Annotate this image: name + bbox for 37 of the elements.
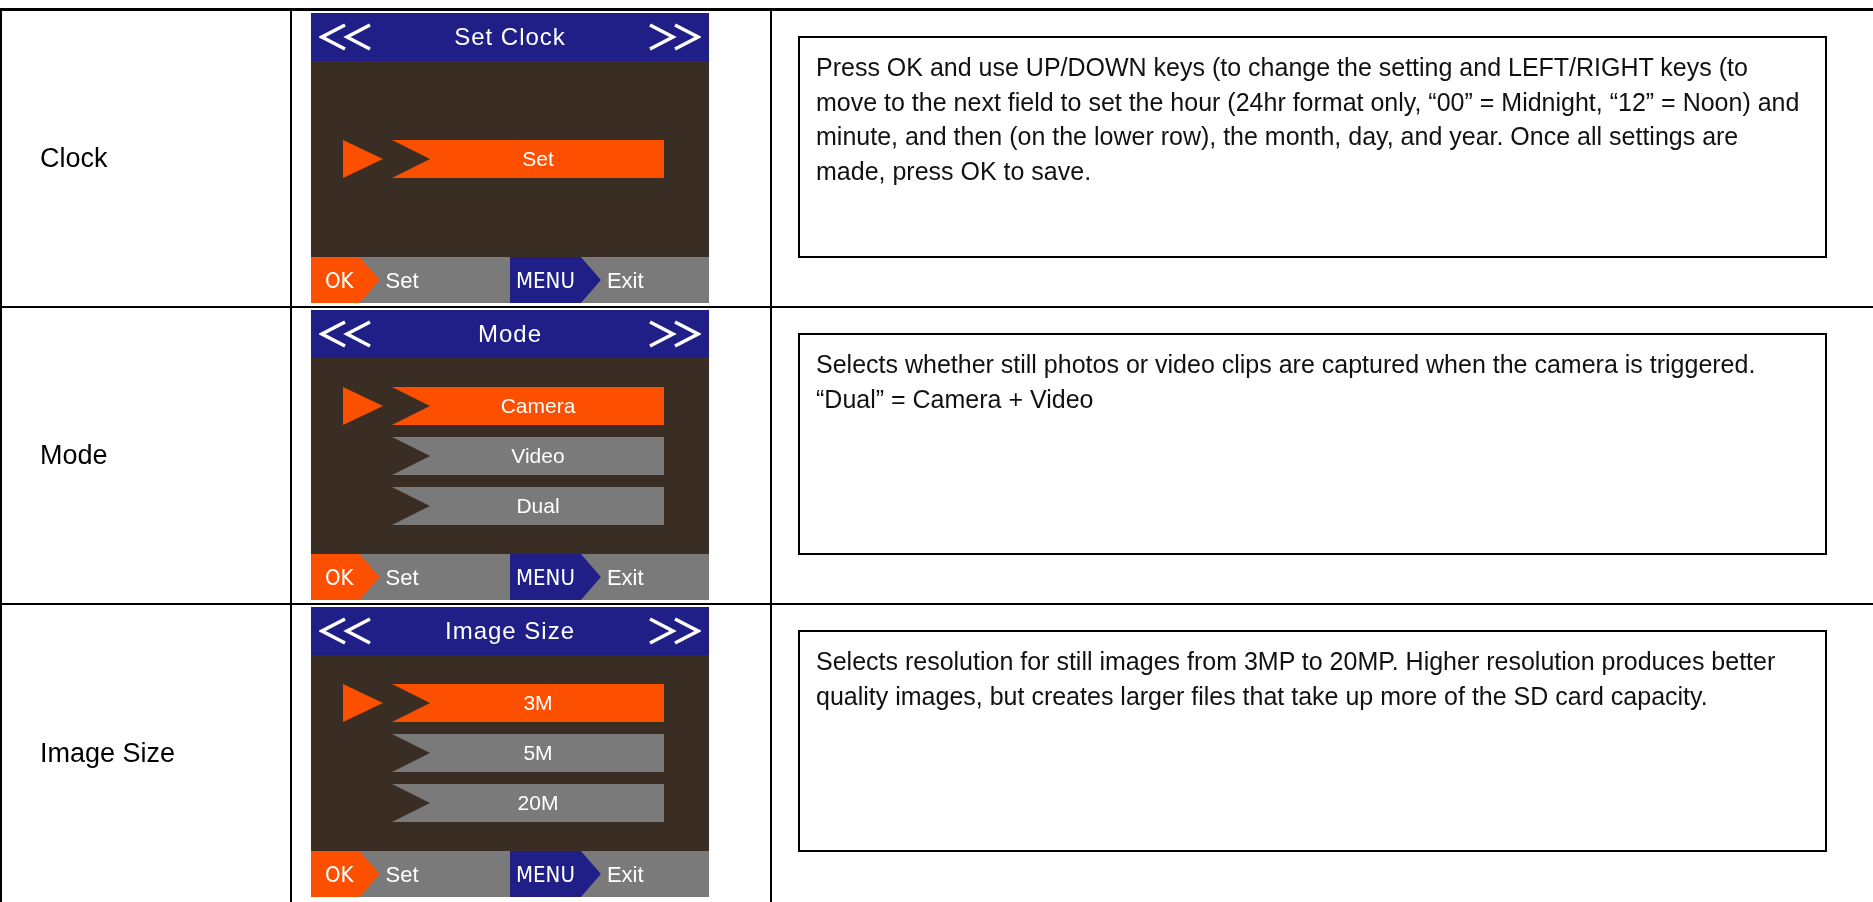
menu-option[interactable]: 3M xyxy=(392,684,664,722)
cursor-triangle-icon xyxy=(343,140,383,178)
key-action-label: Exit xyxy=(606,563,644,592)
double-chevron-left-icon xyxy=(319,23,373,51)
key-hint-label: MENU xyxy=(510,257,601,303)
key-hint-label: OK xyxy=(311,257,380,303)
double-chevron-left-icon xyxy=(319,320,373,348)
description-text: Selects resolution for still images from 3MP to 20MP. Higher resolution produces better quality images, but creates larger files that take up more of the SD card capacity. xyxy=(798,630,1827,852)
double-chevron-right-icon xyxy=(647,617,701,645)
menu-title: Set Clock xyxy=(454,22,566,52)
menu-option[interactable]: 5M xyxy=(392,734,664,772)
description-text: Selects whether still photos or video clips are captured when the camera is triggered. “Dual” = Camera + Video xyxy=(798,333,1827,555)
row-label: Image Size xyxy=(39,737,176,771)
menu-title: Mode xyxy=(477,319,542,349)
double-chevron-left-icon xyxy=(319,617,373,645)
key-hint-label: MENU xyxy=(510,554,601,600)
row-label: Mode xyxy=(39,439,108,473)
menu-option[interactable]: Camera xyxy=(392,387,664,425)
key-action-label: Set xyxy=(385,860,419,889)
key-action-label: Set xyxy=(385,563,419,592)
key-action-label: Exit xyxy=(606,860,644,889)
menu-title: Image Size xyxy=(444,616,576,646)
cursor-triangle-icon xyxy=(343,387,383,425)
menu-option[interactable]: Dual xyxy=(392,487,664,525)
menu-option[interactable]: Video xyxy=(392,437,664,475)
double-chevron-right-icon xyxy=(647,320,701,348)
key-action-label: Set xyxy=(385,266,419,295)
double-chevron-right-icon xyxy=(647,23,701,51)
key-hint-label: OK xyxy=(311,554,380,600)
row-label: Clock xyxy=(39,142,108,176)
key-hint-label: OK xyxy=(311,851,380,897)
key-hint-label: MENU xyxy=(510,851,601,897)
key-action-label: Exit xyxy=(606,266,644,295)
menu-option[interactable]: 20M xyxy=(392,784,664,822)
description-text: Press OK and use UP/DOWN keys (to change the setting and LEFT/RIGHT keys (to move to the next field to set the hour (24hr format only, “00” = Midnight, “12” = Noon) and minute, and then (on the lower row), the month, day, and year. Once all settings are made, press OK to save. xyxy=(798,36,1827,258)
cursor-triangle-icon xyxy=(343,684,383,722)
menu-option[interactable]: Set xyxy=(392,140,664,178)
